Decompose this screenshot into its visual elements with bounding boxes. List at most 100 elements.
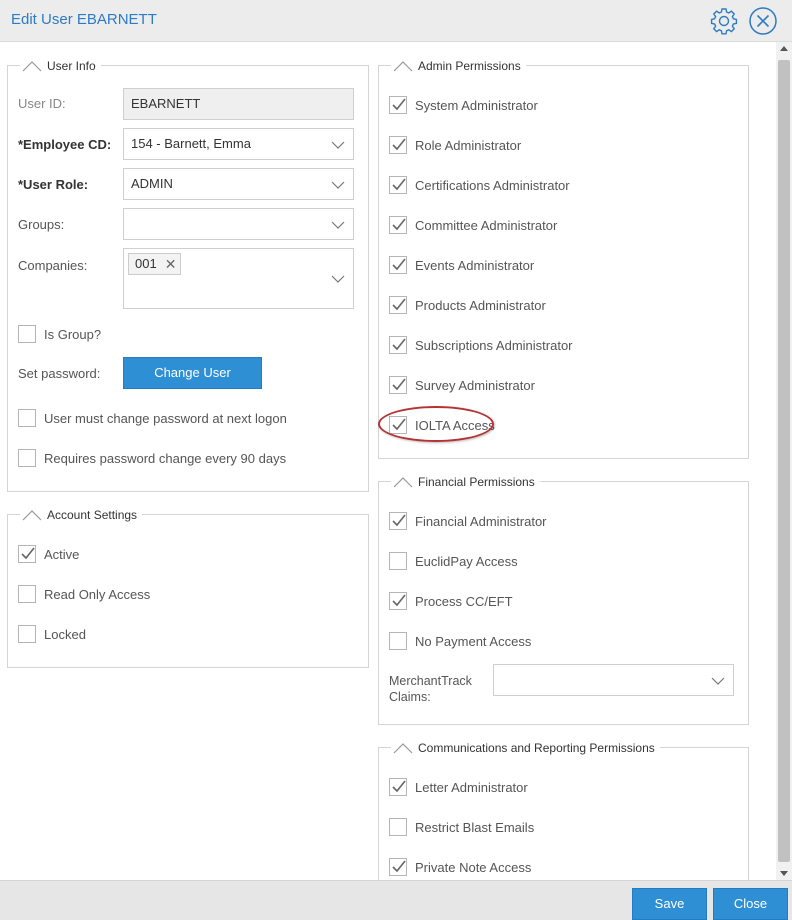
euclidpay-access-checkbox[interactable] [389,552,407,570]
checkmark-icon [392,594,406,607]
process-cc-eft-checkbox[interactable] [389,592,407,610]
permission-no-payment-access: No Payment Access [389,631,531,651]
survey-administrator-checkbox[interactable] [389,376,407,394]
permission-survey-administrator: Survey Administrator [389,375,535,395]
subscriptions-administrator-checkbox[interactable] [389,336,407,354]
chevron-down-icon [331,275,345,283]
products-administrator-checkbox[interactable] [389,296,407,314]
merchanttrack-claims-select[interactable] [493,664,734,696]
checkmark-icon [392,514,406,527]
survey-administrator-label: Survey Administrator [415,377,535,393]
role-administrator-checkbox[interactable] [389,136,407,154]
financial-administrator-label: Financial Administrator [415,513,547,529]
vertical-scrollbar[interactable] [776,42,792,880]
chevron-down-icon [331,181,345,189]
restrict-blast-emails-label: Restrict Blast Emails [415,819,535,835]
locked-label: Locked [44,626,86,642]
active-checkbox[interactable] [18,545,36,563]
restrict-blast-emails-checkbox[interactable] [389,818,407,836]
dialog-title: Edit User EBARNETT [11,11,157,28]
employee-cd-value: 154 - Barnett, Emma [131,136,251,151]
permission-committee-administrator: Committee Administrator [389,215,557,235]
requires-90-days-label: Requires password change every 90 days [44,450,287,466]
section-title: Communications and Reporting Permissions [418,741,655,755]
letter-administrator-checkbox[interactable] [389,778,407,796]
chevron-down-icon [711,677,725,685]
financial-administrator-checkbox[interactable] [389,512,407,530]
close-button[interactable]: Close [713,888,788,920]
user-role-select[interactable]: ADMIN [123,168,354,200]
chevron-down-icon [331,221,345,229]
permission-euclidpay-access: EuclidPay Access [389,551,518,571]
companies-multiselect[interactable]: 001 ✕ [123,248,354,309]
user-id-label: User ID: [18,96,66,111]
events-administrator-label: Events Administrator [415,257,535,273]
scroll-up-arrow-icon[interactable] [780,46,788,51]
employee-cd-select[interactable]: 154 - Barnett, Emma [123,128,354,160]
iolta-highlight-annotation [378,406,494,442]
must-change-password-row: User must change password at next logon [18,408,287,428]
merchanttrack-label-line2: Claims: [389,690,431,704]
locked-checkbox[interactable] [18,625,36,643]
collapse-caret-icon [22,510,42,521]
checkmark-icon [392,780,406,793]
read-only-checkbox[interactable] [18,585,36,603]
checkmark-icon [392,378,406,391]
active-label: Active [44,546,80,562]
euclidpay-access-label: EuclidPay Access [415,553,518,569]
company-tag-label: 001 [135,256,157,271]
certifications-administrator-checkbox[interactable] [389,176,407,194]
must-change-password-checkbox[interactable] [18,409,36,427]
checkmark-icon [21,547,35,560]
groups-select[interactable] [123,208,354,240]
permission-letter-administrator: Letter Administrator [389,777,528,797]
section-title: Admin Permissions [418,59,521,73]
products-administrator-label: Products Administrator [415,297,546,313]
certifications-administrator-label: Certifications Administrator [415,177,570,193]
subscriptions-administrator-label: Subscriptions Administrator [415,337,573,353]
user-id-field: EBARNETT [123,88,354,120]
events-administrator-checkbox[interactable] [389,256,407,274]
permission-role-administrator: Role Administrator [389,135,521,155]
scrollbar-thumb[interactable] [778,60,790,862]
account-option-read-only: Read Only Access [18,584,150,604]
financial-permissions-legend[interactable]: Financial Permissions [391,473,540,491]
save-button[interactable]: Save [632,888,707,920]
system-administrator-checkbox[interactable] [389,96,407,114]
no-payment-access-checkbox[interactable] [389,632,407,650]
section-title: Financial Permissions [418,475,535,489]
permission-events-administrator: Events Administrator [389,255,534,275]
change-password-button[interactable]: Change User Password [123,357,262,410]
groups-label: Groups: [18,217,65,232]
remove-tag-icon[interactable]: ✕ [165,254,177,274]
checkmark-icon [392,178,406,191]
collapse-caret-icon [393,743,413,754]
permission-system-administrator: System Administrator [389,95,538,115]
private-note-access-checkbox[interactable] [389,858,407,876]
permission-private-note-access: Private Note Access [389,857,531,877]
no-payment-access-label: No Payment Access [415,633,532,649]
communications-permissions-legend[interactable]: Communications and Reporting Permissions [391,739,660,757]
gear-icon[interactable] [709,6,739,36]
requires-90-days-checkbox[interactable] [18,449,36,467]
account-settings-legend[interactable]: Account Settings [20,506,143,524]
user-role-value: ADMIN [131,176,173,191]
scroll-down-arrow-icon[interactable] [780,871,788,876]
must-change-password-label: User must change password at next logon [44,410,287,426]
dialog-footer: Save Close [0,880,792,920]
merchanttrack-claims-label: MerchantTrack Claims: [389,673,472,705]
is-group-checkbox[interactable] [18,325,36,343]
letter-administrator-label: Letter Administrator [415,779,528,795]
committee-administrator-checkbox[interactable] [389,216,407,234]
close-icon[interactable] [748,6,778,36]
permission-restrict-blast-emails: Restrict Blast Emails [389,817,534,837]
system-administrator-label: System Administrator [415,97,538,113]
companies-label: Companies: [18,258,88,273]
is-group-label: Is Group? [44,326,102,342]
admin-permissions-legend[interactable]: Admin Permissions [391,57,526,75]
user-info-legend[interactable]: User Info [20,57,101,75]
account-option-locked: Locked [18,624,86,644]
role-administrator-label: Role Administrator [415,137,522,153]
collapse-caret-icon [393,477,413,488]
permission-certifications-administrator: Certifications Administrator [389,175,570,195]
